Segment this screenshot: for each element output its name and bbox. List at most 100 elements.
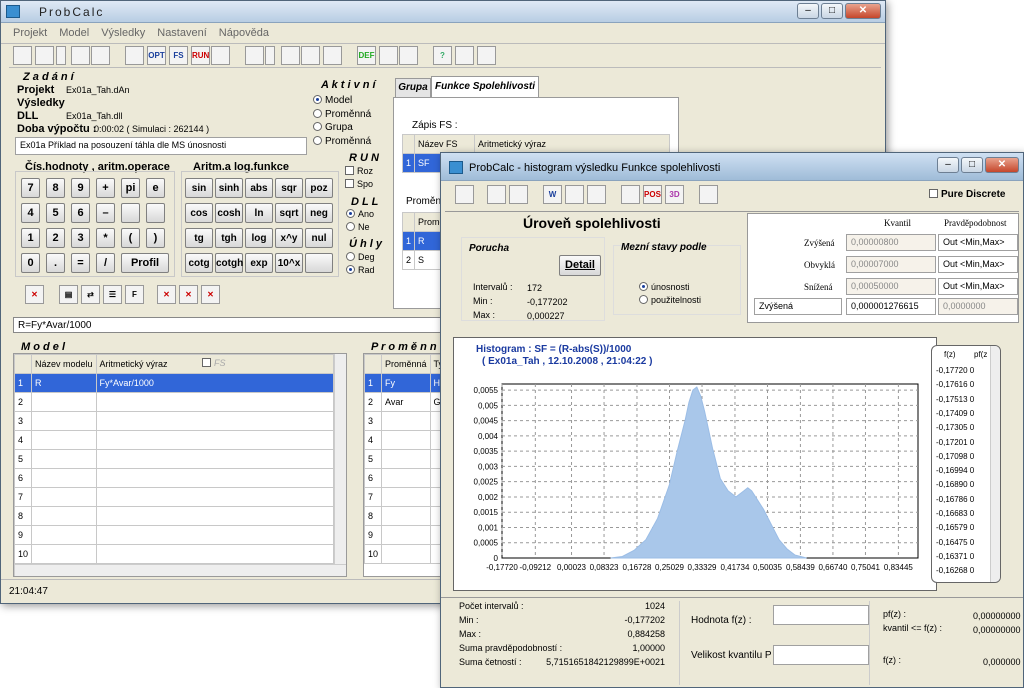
calc-key[interactable]: ( [121,228,140,248]
checkbox-roz[interactable]: Roz [345,165,373,178]
func-key[interactable]: abs [245,178,273,198]
clear-f-icon[interactable]: ✕ [201,285,220,304]
calc-key[interactable]: pi [121,178,140,198]
exit-icon[interactable] [699,185,718,204]
menu-vysledky[interactable]: Výsledky [101,27,145,39]
maximize-button[interactable]: □ [821,3,843,19]
opt-icon[interactable]: FS [169,46,188,65]
radio-rad[interactable]: Rad [346,264,375,277]
hist-close-button[interactable]: ✕ [985,157,1019,173]
book-icon[interactable]: ? [433,46,452,65]
func-key[interactable]: nul [305,228,333,248]
table-row[interactable]: 10 [14,544,335,564]
func-key[interactable]: sinh [215,178,243,198]
func-key[interactable]: sin [185,178,213,198]
func-key[interactable]: 10^x [275,253,303,273]
kv-last-value[interactable]: 0,000001276615 [846,298,936,315]
table-row[interactable]: 7 [14,487,335,507]
model-vscroll[interactable] [334,354,346,564]
save-as-icon[interactable] [509,185,528,204]
calc-key[interactable]: ) [146,228,165,248]
screen-icon[interactable] [587,185,606,204]
eraser-icon[interactable] [399,46,418,65]
calc-key[interactable]: 6 [71,203,90,223]
func-key[interactable]: log [245,228,273,248]
disk-icon[interactable] [281,46,300,65]
notes-icon[interactable] [323,46,342,65]
formula-field[interactable]: R=Fy*Avar/1000 [13,317,443,333]
calc-key[interactable] [121,203,140,223]
func-key[interactable]: cosh [215,203,243,223]
func-key[interactable]: tg [185,228,213,248]
radio-pouzitelnosti[interactable]: použitelnosti [639,294,701,307]
radio-dll-ano[interactable]: Ano [346,208,374,221]
radio-model[interactable]: Model [313,94,371,108]
dropdown-icon[interactable] [475,185,485,204]
calc-key[interactable]: / [96,253,115,273]
radio-dll-ne[interactable]: Ne [346,221,374,234]
func-key[interactable]: neg [305,203,333,223]
def-icon[interactable] [379,46,398,65]
chart-line-icon[interactable] [621,185,640,204]
run-icon[interactable] [211,46,230,65]
checkbox-spo[interactable]: Spo [345,178,373,191]
fz-vscroll[interactable] [990,346,1000,582]
func-key[interactable] [305,253,333,273]
radio-promenna[interactable]: Proměnná [313,108,371,122]
fs-icon[interactable]: RUN [191,46,210,65]
func-key[interactable]: ln [245,203,273,223]
radio-unosnosti[interactable]: únosnosti [639,281,701,294]
pos-icon[interactable]: POS [643,185,662,204]
calc-key[interactable]: 2 [46,228,65,248]
menu-model[interactable]: Model [59,27,89,39]
hist-maximize-button[interactable]: □ [961,157,983,173]
table-row[interactable]: 8 [14,506,335,526]
doc-icon[interactable]: ▤ [59,285,78,304]
radio-deg[interactable]: Deg [346,251,375,264]
calc-key[interactable]: . [46,253,65,273]
calc-key[interactable]: 9 [71,178,90,198]
calc-key[interactable]: = [71,253,90,273]
close-button[interactable]: ✕ [845,3,881,19]
table-row[interactable]: 5 [14,449,335,469]
clear-all-icon[interactable]: ✕ [179,285,198,304]
kv-last-name[interactable]: Zvýšená [754,298,842,315]
dropdown2-icon[interactable] [265,46,275,65]
calc-key[interactable]: + [96,178,115,198]
wave-icon[interactable]: W [543,185,562,204]
copy-icon[interactable]: ⇄ [81,285,100,304]
list-icon[interactable]: ☰ [103,285,122,304]
clear-x-icon[interactable]: ✕ [157,285,176,304]
screens-icon[interactable] [301,46,320,65]
calc-key[interactable]: 8 [46,178,65,198]
func-key[interactable]: x^y [275,228,303,248]
calc-key[interactable]: 4 [21,203,40,223]
description-field[interactable]: Ex01a Příklad na posouzení táhla dle MS … [15,137,307,155]
delete-model-icon[interactable]: ✕ [25,285,44,304]
func-key[interactable]: tgh [215,228,243,248]
hist-minimize-button[interactable]: – [937,157,959,173]
func-key[interactable]: cos [185,203,213,223]
help-icon[interactable] [455,46,474,65]
hodnota-input[interactable] [773,605,869,625]
func-key[interactable]: sqrt [275,203,303,223]
model-hscroll[interactable] [14,564,346,576]
fs-checkbox[interactable]: FS [202,358,226,368]
func-key[interactable]: cotgh [215,253,243,273]
calc-key[interactable]: 1 [21,228,40,248]
disk-icon[interactable] [565,185,584,204]
table-row[interactable]: 1 R Fy*Avar/1000 [14,373,335,393]
radio-promenna-2[interactable]: Proměnná [313,135,371,149]
tab-grupa[interactable]: Grupa [395,78,431,98]
fos-icon[interactable]: F [125,285,144,304]
calc-key[interactable]: 5 [46,203,65,223]
minimize-button[interactable]: – [797,3,819,19]
open-project-icon[interactable] [245,46,264,65]
func-key[interactable]: sqr [275,178,303,198]
menu-nastaveni[interactable]: Nastavení [157,27,207,39]
calc-key[interactable]: – [96,203,115,223]
calc-key[interactable]: Profil [121,253,169,273]
table-row[interactable]: 2 [14,392,335,412]
open-icon[interactable] [35,46,54,65]
doc-icon[interactable] [455,185,474,204]
